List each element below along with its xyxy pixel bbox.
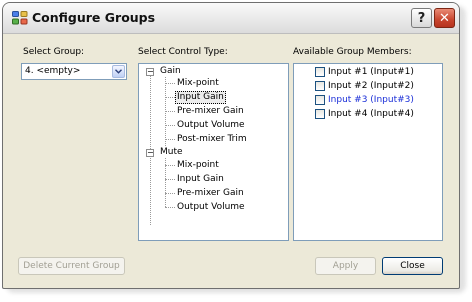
gain-collapse-toggle[interactable]: − [146, 68, 154, 76]
window-close-button[interactable]: ✕ [434, 8, 455, 28]
help-icon: ? [417, 10, 426, 26]
tree-node-gain-mix-point[interactable]: Mix-point [177, 78, 219, 89]
tree-node-mute-pre-mixer-gain[interactable]: Pre-mixer Gain [177, 188, 244, 199]
chevron-down-icon [115, 69, 122, 74]
window-title: Configure Groups [32, 10, 156, 25]
dropdown-arrow-button[interactable] [112, 65, 125, 78]
tree-node-gain-post-mixer-trim[interactable]: Post-mixer Trim [177, 134, 247, 145]
delete-button-label: Delete Current Group [23, 261, 120, 271]
select-group-dropdown[interactable]: 4. <empty> [21, 63, 127, 80]
member-label-2[interactable]: Input #2 (Input#2) [328, 81, 414, 91]
mute-collapse-toggle[interactable]: − [146, 149, 154, 157]
member-label-1[interactable]: Input #1 (Input#1) [328, 67, 414, 77]
tree-connector [165, 165, 175, 166]
select-group-label: Select Group: [23, 47, 85, 57]
control-type-label: Select Control Type: [138, 47, 228, 57]
tree-connector [165, 97, 175, 98]
select-group-value: 4. <empty> [25, 66, 81, 76]
minus-icon: − [147, 67, 154, 76]
tree-node-mute-output-volume[interactable]: Output Volume [177, 202, 245, 213]
tree-node-mute-mix-point[interactable]: Mix-point [177, 160, 219, 171]
app-groups-icon [12, 11, 28, 25]
configure-groups-dialog: Configure Groups ? ✕ Select Group: 4. <e… [2, 2, 460, 289]
tree-connector [165, 83, 175, 84]
tree-node-gain[interactable]: Gain [160, 66, 181, 77]
tree-connector [165, 139, 175, 140]
close-icon: ✕ [439, 10, 450, 26]
tree-connector [165, 207, 175, 208]
help-button[interactable]: ? [411, 8, 432, 28]
members-label: Available Group Members: [293, 47, 412, 57]
tree-node-gain-pre-mixer-gain[interactable]: Pre-mixer Gain [177, 106, 244, 117]
tree-connector [165, 193, 175, 194]
member-checkbox-3[interactable] [315, 95, 325, 105]
apply-button[interactable]: Apply [315, 257, 376, 275]
tree-node-mute[interactable]: Mute [160, 147, 183, 158]
tree-node-gain-input-gain[interactable]: Input Gain [175, 91, 226, 104]
close-button[interactable]: Close [382, 257, 443, 275]
minus-icon: − [147, 148, 154, 157]
tree-connector [165, 179, 175, 180]
member-label-4[interactable]: Input #4 (Input#4) [328, 109, 414, 119]
tree-node-mute-input-gain[interactable]: Input Gain [177, 174, 224, 185]
close-button-label: Close [400, 261, 425, 271]
member-checkbox-4[interactable] [315, 109, 325, 119]
control-type-tree[interactable]: − Gain Mix-point Input Gain Pre-mixer Ga… [138, 63, 289, 241]
tree-node-gain-output-volume[interactable]: Output Volume [177, 120, 245, 131]
apply-button-label: Apply [332, 261, 359, 271]
member-checkbox-1[interactable] [315, 67, 325, 77]
tree-connector [165, 111, 175, 112]
member-checkbox-2[interactable] [315, 81, 325, 91]
members-list[interactable]: Input #1 (Input#1) Input #2 (Input#2) In… [293, 63, 443, 241]
title-bar[interactable]: Configure Groups ? ✕ [3, 3, 459, 34]
tree-connector [165, 125, 175, 126]
delete-current-group-button[interactable]: Delete Current Group [18, 257, 125, 275]
member-label-3[interactable]: Input #3 (Input#3) [328, 95, 414, 105]
